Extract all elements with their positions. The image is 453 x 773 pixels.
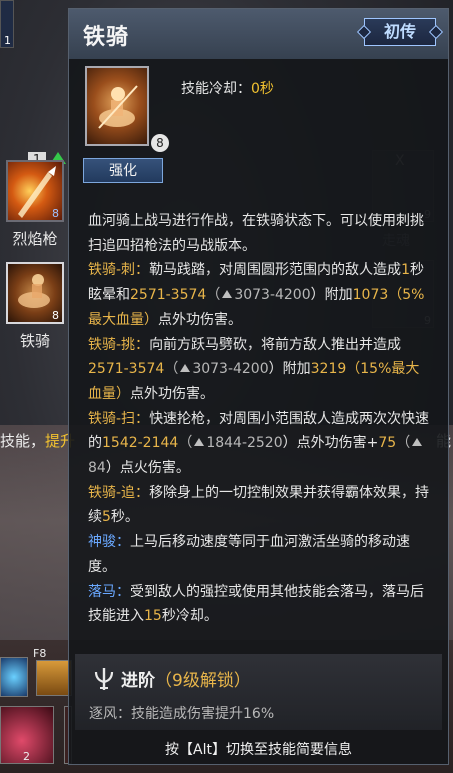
horse-rider-glyph: [98, 85, 138, 129]
desc-paren: （: [206, 287, 221, 304]
upgrade-arrow-icon: [194, 438, 205, 447]
slot-count: 2: [23, 750, 30, 763]
tooltip-header: 铁骑 初传: [69, 9, 448, 59]
upgrade-arrow-icon: [222, 290, 233, 299]
advance-effect: 逐风：技能造成伤害提升16%: [89, 706, 275, 722]
desc-paren: （: [164, 361, 179, 378]
skill-name: 烈焰枪: [12, 230, 58, 248]
desc-text: 点外功伤害。: [158, 311, 242, 328]
damage-range: 2571-3574: [130, 287, 207, 304]
cooldown-value: 0秒: [251, 81, 274, 97]
desc-ci: 铁骑-刺：勒马践踏，对周围圆形范围内的敌人造成1秒眩晕和2571-3574（ 30…: [88, 258, 433, 332]
skill-level-badge: 8: [151, 134, 169, 152]
desc-text: 上马后移动速度等同于血河激活坐骑的移动速度。: [88, 534, 410, 575]
desc-text: 向前方跃马劈砍，将前方敌人推出并造成: [149, 336, 402, 353]
bottom-slot-skill-a[interactable]: [0, 657, 28, 697]
desc-text: 点外功伤害。: [130, 385, 214, 402]
desc-sao: 铁骑-扫：快速抡枪，对周围小范围敌人造成两次次快速的1542-2144（ 1844…: [88, 407, 433, 481]
slot-number: 1: [4, 34, 11, 47]
move-name: 铁骑-扫：: [88, 410, 150, 427]
upgrade-arrow-icon: [412, 438, 423, 447]
hotkey-label: F8: [33, 647, 47, 660]
skill-description: 血河骑上战马进行作战，在铁骑状态下。可以使用刺挑扫追四招枪法的马战版本。 铁骑-…: [88, 209, 433, 629]
alt-toggle-hint: 按【Alt】切换至技能简要信息: [165, 742, 352, 758]
bottom-slot-skill-b[interactable]: 2: [0, 706, 54, 764]
desc-zhui: 铁骑-追：移除身上的一切控制效果并获得霸体效果，持续5秒。: [88, 481, 433, 530]
desc-text: ）点外功伤害+: [282, 435, 379, 452]
skill-level: 8: [52, 309, 59, 322]
desc-text: ）附加: [268, 361, 311, 378]
skill-slot-flame-spear[interactable]: 8 烈焰枪: [4, 160, 66, 249]
desc-number: 1: [401, 262, 410, 279]
bonus-damage: 1073: [352, 287, 389, 304]
passive-name: 神骏：: [88, 534, 130, 551]
desc-tiao: 铁骑-挑：向前方跃马劈砍，将前方敌人推出并造成 2571-3574（ 3073-42…: [88, 333, 433, 407]
move-name: 铁骑-挑：: [88, 336, 150, 353]
upgraded-damage-range: 3073-4200: [192, 361, 269, 378]
advance-unlock: （9级解锁）: [155, 671, 251, 691]
upgraded-damage-range: 1844-2520: [206, 435, 283, 452]
upgraded-damage-range: 3073-4200: [234, 287, 311, 304]
cooldown-label: 技能冷却：: [181, 81, 251, 97]
move-name: 铁骑-刺：: [88, 262, 150, 279]
flame-spear-icon: 8: [6, 160, 64, 222]
desc-paren: （: [178, 435, 193, 452]
skill-slot-cavalry[interactable]: 8 铁骑: [4, 262, 66, 351]
desc-text: 勒马践踏，对周围圆形范围内的敌人造成: [149, 262, 402, 279]
skill-tooltip: 铁骑 初传 8 技能冷却：0秒 强化 血河骑上战马进行作战，在铁骑状态下。可以使…: [68, 8, 449, 765]
background-slot-top-left[interactable]: 1: [0, 0, 14, 48]
damage-range: 2571-3574: [88, 361, 165, 378]
fire-damage: 75: [378, 435, 397, 452]
cavalry-icon: 8: [6, 262, 64, 324]
desc-intro: 血河骑上战马进行作战，在铁骑状态下。可以使用刺挑扫追四招枪法的马战版本。: [88, 213, 424, 254]
cooldown-seconds: 15: [144, 608, 162, 625]
damage-range: 1542-2144: [102, 435, 179, 452]
tooltip-title: 铁骑: [83, 24, 130, 50]
duration-value: 5: [102, 509, 111, 526]
desc-shenjun: 神骏：上马后移动速度等同于血河激活坐骑的移动速度。: [88, 530, 433, 579]
desc-text: 受到敌人的强控或使用其他技能会落马，落马后技能进入: [88, 583, 424, 625]
background-text-plain: 技能，: [0, 432, 46, 450]
cooldown-line: 技能冷却：0秒: [181, 78, 274, 98]
move-name: 铁骑-追：: [88, 484, 150, 501]
desc-text: ）点火伤害。: [105, 460, 190, 477]
passive-name: 落马：: [88, 583, 130, 600]
desc-luoma: 落马：受到敌人的强控或使用其他技能会落马，落马后技能进入15秒冷却。: [88, 580, 433, 629]
advance-section: 进阶（9级解锁） 逐风：技能造成伤害提升16%: [75, 654, 442, 730]
cavalry-skill-icon: [85, 66, 149, 146]
desc-paren: （: [396, 435, 411, 452]
advance-title: 进阶（9级解锁）: [121, 666, 251, 691]
desc-text: ）附加: [310, 287, 353, 304]
tier-tag: 初传: [364, 18, 436, 46]
desc-text: 秒。: [110, 509, 139, 526]
bottom-slot-chest[interactable]: F8: [33, 647, 72, 696]
upgrade-arrow-icon: [180, 364, 191, 373]
trident-icon: [94, 668, 114, 690]
advance-label: 进阶: [121, 671, 155, 691]
upgraded-fire-damage: 84: [88, 460, 106, 477]
skill-name: 铁骑: [19, 332, 50, 350]
background-text-left: 技能，提升: [0, 430, 75, 451]
enhance-button[interactable]: 强化: [83, 158, 163, 183]
bonus-damage: 3219: [310, 361, 347, 378]
skill-level: 8: [52, 207, 59, 220]
desc-text: 秒冷却。: [161, 608, 218, 625]
